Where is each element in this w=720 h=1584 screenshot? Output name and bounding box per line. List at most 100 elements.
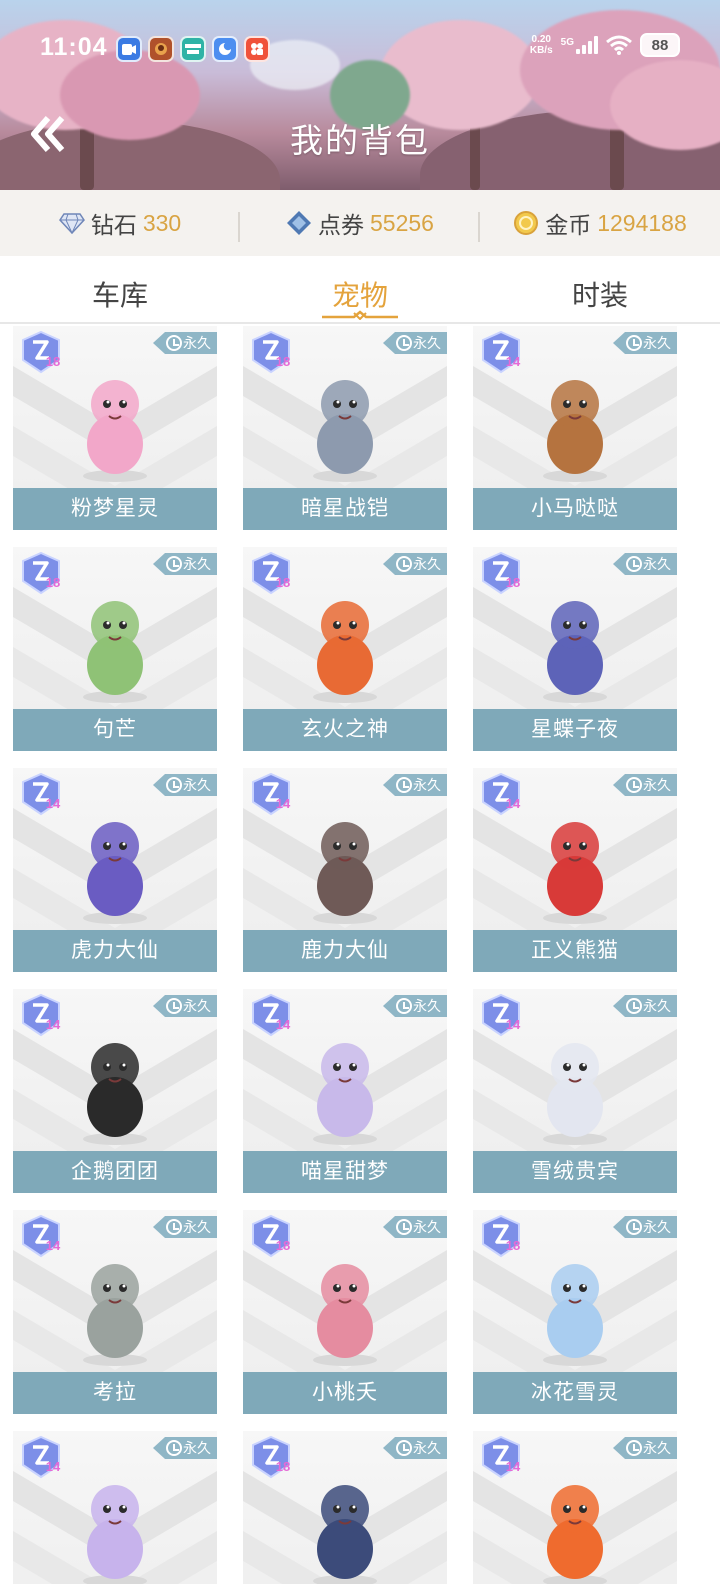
level-badge-icon: 14 xyxy=(22,993,61,1037)
duration-badge: 永久 xyxy=(613,774,677,796)
pet-name: 喵星甜梦 xyxy=(243,1151,447,1193)
clock-icon xyxy=(166,1440,182,1456)
duration-badge: 永久 xyxy=(153,774,217,796)
pet-level: 14 xyxy=(46,1238,61,1253)
clock-icon xyxy=(626,335,642,351)
pet-name: 暗星战铠 xyxy=(243,488,447,530)
clock-icon xyxy=(396,777,412,793)
level-badge-icon: 14 xyxy=(482,993,521,1037)
pet-avatar-image xyxy=(83,601,147,703)
duration-badge: 永久 xyxy=(383,774,447,796)
pet-card[interactable]: 18 永久 粉梦星灵 xyxy=(13,326,217,530)
notification-icons xyxy=(116,36,270,62)
status-bar: 11:04 0.20 KB/s 5G 88 xyxy=(0,0,720,90)
pet-name: 小马哒哒 xyxy=(473,488,677,530)
pet-card[interactable]: 18 永久 冰花雪灵 xyxy=(473,1210,677,1414)
pet-level: 18 xyxy=(276,1459,290,1474)
pet-avatar-image xyxy=(543,1264,607,1366)
gold-label: 金币 xyxy=(545,212,592,238)
duration-badge: 永久 xyxy=(383,332,447,354)
duration-label: 永久 xyxy=(643,998,671,1014)
pet-avatar-image xyxy=(313,822,377,924)
pet-name: 虎力大仙 xyxy=(13,930,217,972)
clock-icon xyxy=(396,556,412,572)
clock-icon xyxy=(396,998,412,1014)
duration-badge: 永久 xyxy=(613,1216,677,1238)
video-app-icon xyxy=(116,36,142,62)
pet-avatar-image xyxy=(543,1485,607,1584)
pet-card[interactable]: 14 永久 雪绒贵宾 xyxy=(473,989,677,1193)
clock-icon xyxy=(626,1440,642,1456)
pet-card[interactable]: 14 永久 xyxy=(473,1431,677,1584)
level-badge-icon: 18 xyxy=(482,551,520,595)
pet-card[interactable]: 14 永久 鹿力大仙 xyxy=(243,768,447,972)
pet-card[interactable]: 14 永久 xyxy=(13,1431,217,1584)
duration-label: 永久 xyxy=(413,1440,441,1456)
level-badge-icon: 18 xyxy=(252,1435,290,1479)
pet-name: 小桃夭 xyxy=(243,1372,447,1414)
pet-name: 粉梦星灵 xyxy=(13,488,217,530)
pet-card[interactable]: 14 永久 企鹅团团 xyxy=(13,989,217,1193)
network-speed-unit: KB/s xyxy=(529,45,553,56)
pet-name: 考拉 xyxy=(13,1372,217,1414)
pet-level: 14 xyxy=(276,796,291,811)
level-badge-icon: 14 xyxy=(482,330,521,374)
duration-label: 永久 xyxy=(413,556,441,572)
gold-value: 1294188 xyxy=(597,209,687,236)
pet-level: 14 xyxy=(506,354,521,369)
tab-fashion[interactable]: 时装 xyxy=(480,256,720,322)
pet-card[interactable]: 18 永久 玄火之神 xyxy=(243,547,447,751)
level-badge-icon: 14 xyxy=(482,1435,521,1479)
level-badge-icon: 18 xyxy=(482,1214,520,1258)
duration-badge: 永久 xyxy=(153,553,217,575)
pet-level: 14 xyxy=(46,1017,61,1032)
pet-card[interactable]: 18 永久 句芒 xyxy=(13,547,217,751)
duration-label: 永久 xyxy=(643,556,671,572)
pet-card[interactable]: 14 永久 考拉 xyxy=(13,1210,217,1414)
duration-label: 永久 xyxy=(183,335,211,351)
level-badge-icon: 18 xyxy=(22,330,60,374)
signal-bars-icon xyxy=(576,36,598,54)
clock-icon xyxy=(166,777,182,793)
clock-icon xyxy=(166,998,182,1014)
status-time: 11:04 xyxy=(40,33,108,61)
pet-avatar-image xyxy=(83,1264,147,1366)
pet-avatar-image xyxy=(313,601,377,703)
diamond-balance: 钻石 330 xyxy=(0,206,240,242)
gold-balance: 金币 1294188 xyxy=(480,206,720,240)
pet-card[interactable]: 14 永久 虎力大仙 xyxy=(13,768,217,972)
pet-card[interactable]: 18 永久 小桃夭 xyxy=(243,1210,447,1414)
pet-card[interactable]: 18 永久 星蝶子夜 xyxy=(473,547,677,751)
duration-label: 永久 xyxy=(413,777,441,793)
pet-avatar-image xyxy=(313,1264,377,1366)
duration-label: 永久 xyxy=(643,335,671,351)
pet-avatar-image xyxy=(83,822,147,924)
level-badge-icon: 18 xyxy=(252,330,290,374)
pet-card[interactable]: 14 永久 喵星甜梦 xyxy=(243,989,447,1193)
signal-type: 5G xyxy=(560,37,574,48)
cellular-signal: 5G xyxy=(561,36,598,54)
pet-level: 14 xyxy=(506,1459,521,1474)
pet-card[interactable]: 18 永久 暗星战铠 xyxy=(243,326,447,530)
clock-icon xyxy=(166,556,182,572)
level-badge-icon: 14 xyxy=(22,1435,61,1479)
level-badge-icon: 18 xyxy=(252,1214,290,1258)
pet-avatar-image xyxy=(83,1043,147,1145)
pet-card[interactable]: 14 永久 小马哒哒 xyxy=(473,326,677,530)
tab-garage[interactable]: 车库 xyxy=(0,256,240,322)
pet-card[interactable]: 14 永久 正义熊猫 xyxy=(473,768,677,972)
pet-name: 鹿力大仙 xyxy=(243,930,447,972)
duration-badge: 永久 xyxy=(153,995,217,1017)
duration-badge: 永久 xyxy=(613,1437,677,1459)
clock-icon xyxy=(626,1219,642,1235)
duration-label: 永久 xyxy=(183,1219,211,1235)
level-badge-icon: 14 xyxy=(252,772,291,816)
tab-pets[interactable]: 宠物 xyxy=(240,256,480,322)
duration-label: 永久 xyxy=(413,1219,441,1235)
pet-card[interactable]: 18 永久 xyxy=(243,1431,447,1584)
pet-level: 18 xyxy=(46,354,60,369)
pet-level: 18 xyxy=(276,1238,290,1253)
level-badge-icon: 14 xyxy=(252,993,291,1037)
game-hero-icon xyxy=(148,36,174,62)
browser-app-icon xyxy=(212,36,238,62)
